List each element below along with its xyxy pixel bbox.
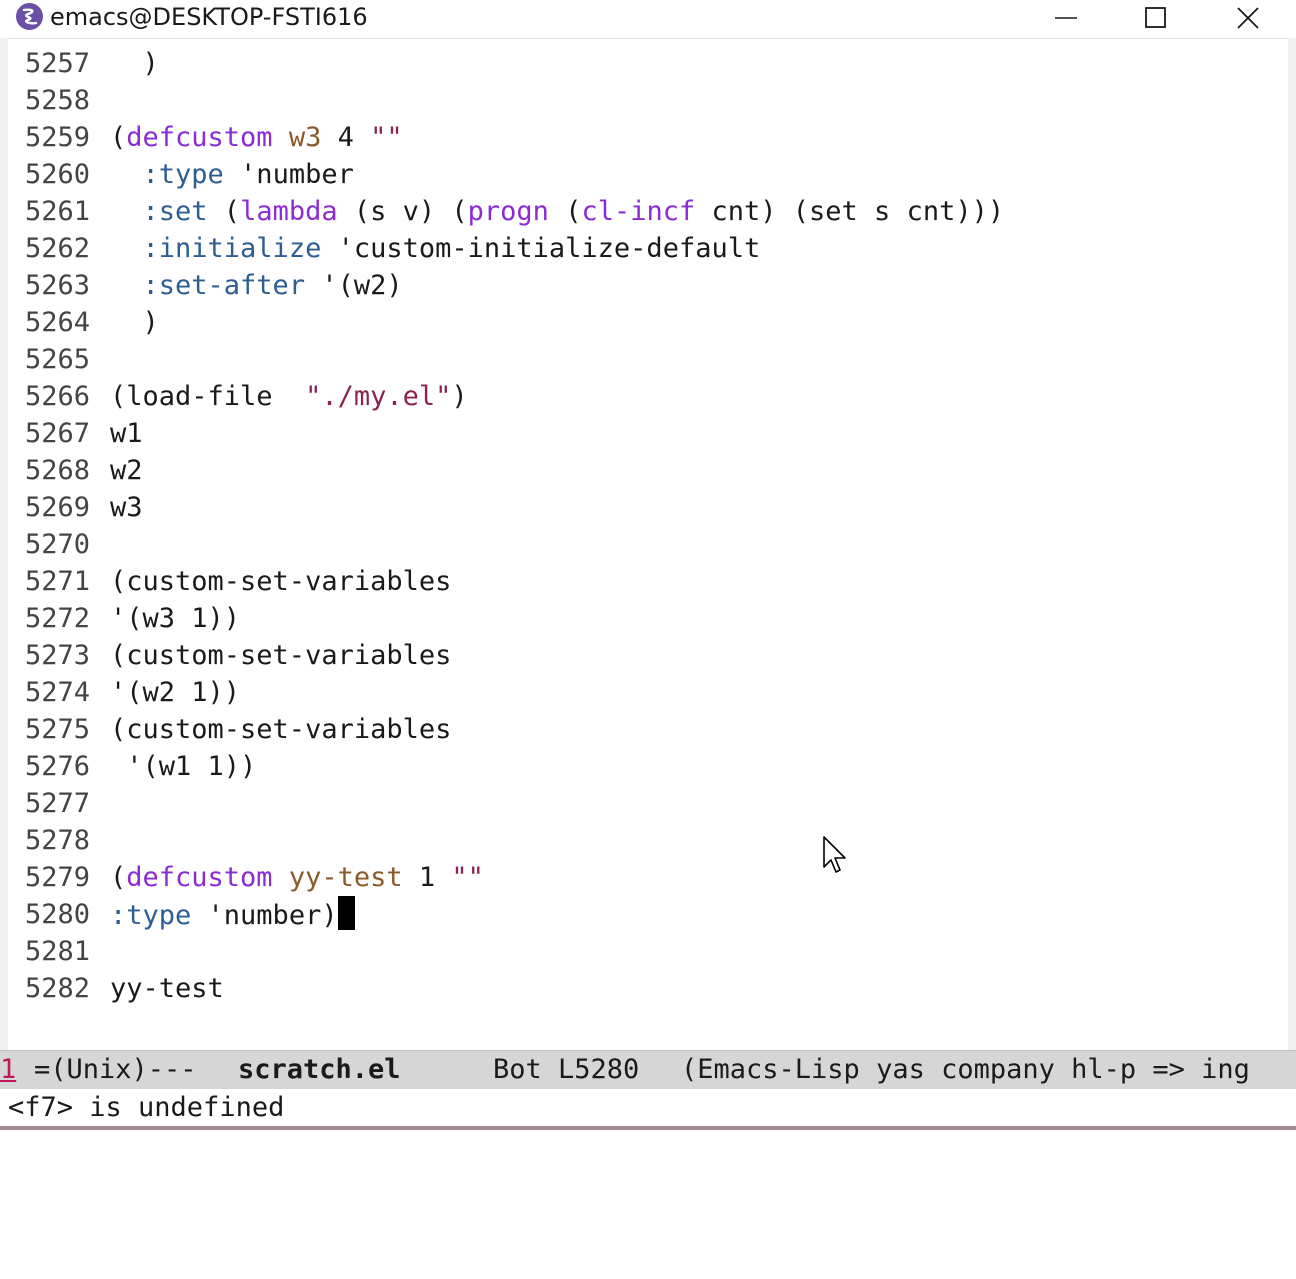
code-text: '(w2 1)) <box>110 677 241 708</box>
code-line[interactable]: 5277 <box>8 785 1288 822</box>
mode-line[interactable]: 1 =(Unix)--- scratch.el Bot L5280 (Emacs… <box>0 1050 1296 1089</box>
line-number: 5261 <box>25 196 91 227</box>
code-line[interactable]: 5278 <box>8 822 1288 859</box>
code-line[interactable]: 5262 :initialize 'custom-initialize-defa… <box>8 230 1288 267</box>
code-text: (defcustom yy-test 1 "" <box>110 862 484 893</box>
line-number: 5269 <box>25 492 91 523</box>
line-number: 5260 <box>25 159 91 190</box>
code-text: (custom-set-variables <box>110 640 452 671</box>
close-icon <box>1237 7 1259 29</box>
code-line[interactable]: 5260 :type 'number <box>8 156 1288 193</box>
line-number: 5262 <box>25 233 91 264</box>
code-text: :initialize 'custom-initialize-default <box>142 233 761 264</box>
code-text: ) <box>110 307 159 338</box>
code-line[interactable]: 5274 '(w2 1)) <box>8 674 1288 711</box>
code-line[interactable]: 5276 '(w1 1)) <box>8 748 1288 785</box>
code-line[interactable]: 5266 (load-file "./my.el") <box>8 378 1288 415</box>
title-bar[interactable]: emacs@DESKTOP-FSTI616 <box>0 0 1296 39</box>
line-number: 5280 <box>25 899 91 930</box>
code-line[interactable]: 5269 w3 <box>8 489 1288 526</box>
line-number: 5263 <box>25 270 91 301</box>
code-text: (custom-set-variables <box>110 714 452 745</box>
code-line[interactable]: 5267 w1 <box>8 415 1288 452</box>
line-number: 5273 <box>25 640 91 671</box>
code-line[interactable]: 5270 <box>8 526 1288 563</box>
code-text: w1 <box>110 418 143 449</box>
minimize-icon <box>1055 17 1077 19</box>
window-title: emacs@DESKTOP-FSTI616 <box>50 3 368 31</box>
desktop-background-strip <box>0 1126 1296 1130</box>
editor-buffer[interactable]: 5257 ) 5258 5259 (defcustom w3 4 "" 5260… <box>8 45 1288 1050</box>
line-number: 5276 <box>25 751 91 782</box>
line-number: 5266 <box>25 381 91 412</box>
window-number[interactable]: 1 <box>0 1051 16 1089</box>
code-line[interactable]: 5272 '(w3 1)) <box>8 600 1288 637</box>
code-line[interactable]: 5280 :type 'number) <box>8 896 1288 933</box>
code-line[interactable]: 5275 (custom-set-variables <box>8 711 1288 748</box>
code-line[interactable]: 5281 <box>8 933 1288 970</box>
code-text-content: :type 'number) <box>110 900 338 931</box>
close-button[interactable] <box>1218 0 1278 36</box>
maximize-icon <box>1145 7 1166 28</box>
code-text: yy-test <box>110 973 224 1004</box>
code-text: ) <box>110 48 159 79</box>
code-line[interactable]: 5261 :set (lambda (s v) (progn (cl-incf … <box>8 193 1288 230</box>
code-text: w3 <box>110 492 143 523</box>
code-text: :set-after '(w2) <box>142 270 403 301</box>
line-number: 5279 <box>25 862 91 893</box>
line-number: 5264 <box>25 307 91 338</box>
line-number: 5267 <box>25 418 91 449</box>
window-frame-left <box>0 38 8 1050</box>
code-text: '(w1 1)) <box>110 751 257 782</box>
code-line[interactable]: 5257 ) <box>8 45 1288 82</box>
line-number: 5277 <box>25 788 91 819</box>
line-number: 5278 <box>25 825 91 856</box>
window-frame-right <box>1288 38 1296 1050</box>
major-minor-modes[interactable]: (Emacs-Lisp yas company hl-p => ing <box>681 1051 1250 1089</box>
buffer-name[interactable]: scratch.el <box>238 1051 401 1089</box>
code-line[interactable]: 5258 <box>8 82 1288 119</box>
code-text: :type 'number) <box>110 896 355 934</box>
line-number: 5265 <box>25 344 91 375</box>
line-number: 5274 <box>25 677 91 708</box>
code-line[interactable]: 5268 w2 <box>8 452 1288 489</box>
code-line[interactable]: 5263 :set-after '(w2) <box>8 267 1288 304</box>
code-text: '(w3 1)) <box>110 603 241 634</box>
code-text: (load-file "./my.el") <box>110 381 468 412</box>
line-number: 5259 <box>25 122 91 153</box>
code-text: (custom-set-variables <box>110 566 452 597</box>
echo-area[interactable]: <f7> is undefined <box>0 1089 1296 1126</box>
code-line[interactable]: 5259 (defcustom w3 4 "" <box>8 119 1288 156</box>
code-line[interactable]: 5279 (defcustom yy-test 1 "" <box>8 859 1288 896</box>
echo-message: <f7> is undefined <box>8 1092 285 1123</box>
line-number: 5257 <box>25 48 91 79</box>
mouse-pointer-icon <box>823 836 846 873</box>
line-number: 5272 <box>25 603 91 634</box>
line-number: 5282 <box>25 973 91 1004</box>
maximize-button[interactable] <box>1126 0 1186 36</box>
code-line[interactable]: 5273 (custom-set-variables <box>8 637 1288 674</box>
line-number: 5258 <box>25 85 91 116</box>
code-text: w2 <box>110 455 143 486</box>
line-number: 5270 <box>25 529 91 560</box>
code-text: :type 'number <box>142 159 354 190</box>
code-line[interactable]: 5271 (custom-set-variables <box>8 563 1288 600</box>
emacs-icon[interactable] <box>16 3 43 30</box>
line-number: 5268 <box>25 455 91 486</box>
cursor-position: Bot L5280 <box>493 1054 640 1085</box>
buffer-status: =(Unix)--- <box>34 1054 197 1085</box>
line-number: 5275 <box>25 714 91 745</box>
minimize-button[interactable] <box>1036 0 1096 36</box>
code-line[interactable]: 5264 ) <box>8 304 1288 341</box>
text-cursor <box>337 896 355 930</box>
line-number: 5281 <box>25 936 91 967</box>
code-text: (defcustom w3 4 "" <box>110 122 403 153</box>
line-number: 5271 <box>25 566 91 597</box>
code-line[interactable]: 5282 yy-test <box>8 970 1288 1007</box>
code-line[interactable]: 5265 <box>8 341 1288 378</box>
code-text: :set (lambda (s v) (progn (cl-incf cnt) … <box>142 196 1005 227</box>
